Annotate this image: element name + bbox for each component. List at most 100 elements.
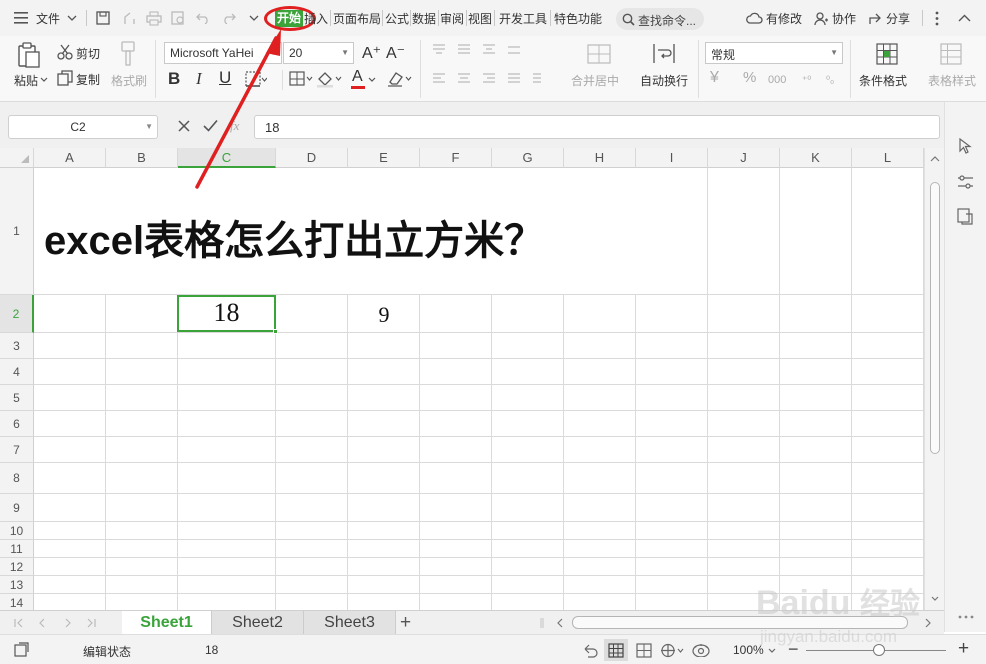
cut-icon[interactable]	[57, 44, 73, 60]
decimal-format-icons[interactable]: 000 ⁺⁰ ⁰₀	[768, 72, 848, 86]
macro-record-icon[interactable]	[14, 642, 30, 658]
tab-splitter-icon[interactable]	[540, 617, 544, 629]
column-header-d[interactable]: D	[276, 148, 348, 168]
scroll-right-icon[interactable]	[924, 618, 932, 628]
zoom-dropdown-icon[interactable]	[768, 648, 776, 654]
cut-button[interactable]: 剪切	[76, 45, 100, 62]
conditional-format-icon[interactable]	[876, 43, 898, 65]
percent-button[interactable]: %	[743, 69, 756, 86]
column-header-i[interactable]: I	[636, 148, 708, 168]
settings-sliders-icon[interactable]	[957, 174, 974, 190]
tab-insert[interactable]: 插入	[304, 10, 328, 27]
table-style-icon[interactable]	[940, 43, 962, 65]
quick-access-dropdown-icon[interactable]	[249, 15, 259, 22]
font-color-dropdown-icon[interactable]	[368, 77, 376, 83]
print-icon[interactable]	[146, 11, 162, 26]
undo-icon[interactable]	[196, 12, 210, 24]
column-header-e[interactable]: E	[348, 148, 420, 168]
tab-review[interactable]: 审阅	[440, 10, 464, 27]
column-header-b[interactable]: B	[106, 148, 178, 168]
page-layout-view-icon[interactable]	[636, 643, 652, 658]
row-header-3[interactable]: 3	[0, 333, 34, 359]
bold-button[interactable]: B	[168, 69, 180, 89]
increase-font-size-button[interactable]: A⁺	[362, 43, 381, 63]
sheet-tab-sheet3[interactable]: Sheet3	[304, 611, 396, 635]
column-header-l[interactable]: L	[852, 148, 924, 168]
scroll-left-icon[interactable]	[556, 618, 564, 628]
row-header-11[interactable]: 11	[0, 540, 34, 558]
row-header-5[interactable]: 5	[0, 385, 34, 411]
horizontal-align-icons[interactable]	[431, 73, 541, 85]
format-painter-icon[interactable]	[119, 41, 137, 67]
collaborate-button[interactable]: 协作	[832, 10, 856, 27]
row-header-9[interactable]: 9	[0, 494, 34, 522]
more-options-icon[interactable]	[957, 614, 975, 620]
tab-view[interactable]: 视图	[468, 10, 492, 27]
tab-data[interactable]: 数据	[412, 10, 436, 27]
merge-center-button[interactable]: 合并居中	[571, 72, 619, 89]
column-header-c[interactable]: C	[178, 148, 276, 168]
worksheet-grid[interactable]: A B C D E F G H I J K L 1 2 3 4 5 6 7 8 …	[0, 148, 924, 610]
number-format-select[interactable]: 常规 ▼	[705, 42, 843, 64]
wrap-text-icon[interactable]	[652, 43, 676, 65]
currency-button[interactable]: ¥	[710, 69, 719, 87]
export-icon[interactable]	[122, 11, 137, 26]
sheet-tab-sheet1[interactable]: Sheet1	[122, 611, 212, 635]
paste-dropdown-icon[interactable]	[40, 77, 48, 83]
tab-special-features[interactable]: 特色功能	[554, 10, 602, 27]
paste-icon[interactable]	[17, 42, 41, 68]
vertical-scrollbar[interactable]	[924, 148, 944, 610]
zoom-slider-thumb[interactable]	[873, 644, 885, 656]
file-menu[interactable]: 文件	[36, 10, 60, 27]
clear-format-icon[interactable]	[386, 70, 414, 88]
format-painter-button[interactable]: 格式刷	[111, 72, 147, 89]
chevron-down-icon[interactable]	[67, 15, 77, 22]
cell-e2-value[interactable]: 9	[348, 302, 420, 328]
copy-button[interactable]: 复制	[76, 71, 100, 88]
copy-icon[interactable]	[57, 70, 73, 86]
table-style-button[interactable]: 表格样式	[928, 72, 976, 89]
row-header-14[interactable]: 14	[0, 594, 34, 610]
font-name-select[interactable]: Microsoft YaHei ▼	[164, 42, 282, 64]
row-header-4[interactable]: 4	[0, 359, 34, 385]
more-options-icon[interactable]	[934, 11, 940, 26]
tab-formulas[interactable]: 公式	[385, 10, 409, 27]
insert-function-button[interactable]: fx	[230, 118, 239, 134]
vertical-align-icons[interactable]	[431, 44, 541, 56]
sheet-tab-sheet2[interactable]: Sheet2	[212, 611, 304, 635]
cell-a1-title[interactable]: excel表格怎么打出立方米？	[44, 208, 544, 266]
font-color-button[interactable]: A	[352, 68, 363, 86]
normal-view-icon[interactable]	[608, 643, 624, 658]
conditional-format-button[interactable]: 条件格式	[859, 72, 907, 89]
column-header-h[interactable]: H	[564, 148, 636, 168]
fill-color-icon[interactable]	[316, 70, 344, 88]
borders-icon[interactable]	[245, 71, 267, 88]
eye-protection-icon[interactable]	[583, 643, 599, 658]
column-header-j[interactable]: J	[708, 148, 780, 168]
underline-button[interactable]: U	[219, 68, 231, 88]
command-search[interactable]: 查找命令...	[616, 8, 704, 30]
zoom-in-button[interactable]: +	[958, 638, 969, 660]
share-button[interactable]: 分享	[886, 10, 910, 27]
tab-developer[interactable]: 开发工具	[499, 10, 547, 27]
collapse-ribbon-icon[interactable]	[958, 14, 971, 22]
column-header-f[interactable]: F	[420, 148, 492, 168]
zoom-level[interactable]: 100%	[733, 643, 764, 657]
reading-mode-icon[interactable]	[692, 643, 710, 657]
share-icon[interactable]	[868, 11, 883, 25]
wrap-text-button[interactable]: 自动换行	[640, 72, 688, 89]
tab-page-layout[interactable]: 页面布局	[333, 10, 381, 27]
formula-input[interactable]: 18	[254, 115, 940, 139]
paste-button[interactable]: 粘贴	[14, 72, 38, 89]
collaborate-icon[interactable]	[814, 11, 829, 26]
horizontal-scroll-thumb[interactable]	[572, 616, 908, 629]
column-header-k[interactable]: K	[780, 148, 852, 168]
redo-icon[interactable]	[222, 12, 236, 24]
font-size-select[interactable]: 20 ▼	[283, 42, 354, 64]
zoom-out-button[interactable]: −	[788, 639, 799, 660]
column-header-a[interactable]: A	[34, 148, 106, 168]
select-all-corner[interactable]	[0, 148, 34, 168]
row-header-1[interactable]: 1	[0, 168, 34, 295]
fill-handle[interactable]	[273, 329, 278, 334]
row-header-13[interactable]: 13	[0, 576, 34, 594]
